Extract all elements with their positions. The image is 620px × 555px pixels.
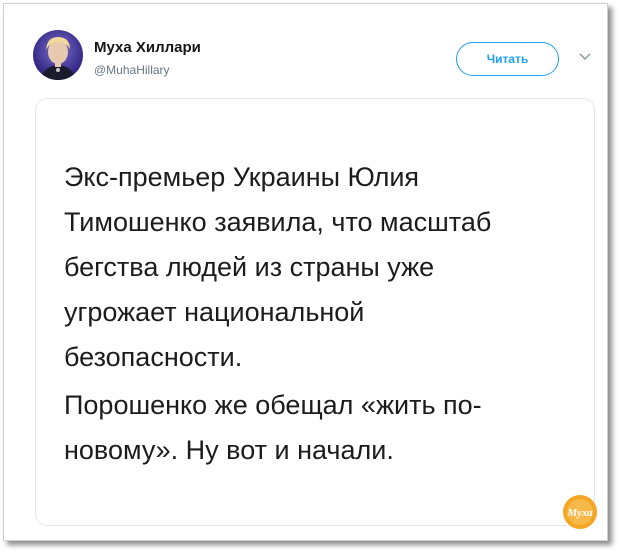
image-text-line: Тимошенко заявила, что масштаб — [64, 207, 492, 237]
author-name[interactable]: Муха Хиллари — [94, 39, 201, 56]
image-text-line: новому». Ну вот и начали. — [64, 435, 394, 465]
tweet-frame: Муха Хиллари @MuhaHillary Читать Экс-пре… — [3, 3, 608, 541]
avatar-photo — [33, 30, 83, 80]
avatar[interactable] — [33, 30, 83, 80]
tweet-image-card[interactable]: Экс-премьер Украины Юлия Тимошенко заяви… — [35, 98, 595, 526]
image-text-line: бегства людей из страны уже — [64, 252, 435, 282]
muha-logo-text: Муха — [566, 507, 593, 519]
chevron-down-icon[interactable] — [579, 53, 591, 61]
image-text-paragraph-2: Порошенко же обещал «жить по- новому». Н… — [64, 383, 584, 473]
author-handle[interactable]: @MuhaHillary — [94, 63, 170, 77]
follow-button[interactable]: Читать — [456, 42, 559, 76]
image-text-line: Порошенко же обещал «жить по- — [64, 390, 482, 420]
image-text-line: безопасности. — [64, 342, 243, 372]
image-text-paragraph-1: Экс-премьер Украины Юлия Тимошенко заяви… — [64, 155, 584, 380]
image-text-line: Экс-премьер Украины Юлия — [64, 162, 420, 192]
image-text-line: угрожает национальной — [64, 297, 365, 327]
muha-logo: Муха — [563, 495, 597, 529]
